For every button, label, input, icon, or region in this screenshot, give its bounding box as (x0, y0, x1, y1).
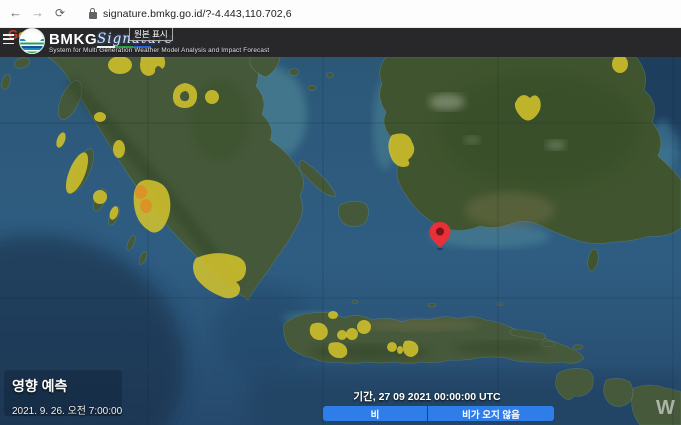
rain-toggle: 비 비가 오지 않음 (323, 406, 554, 421)
app-header: Go BMKG Signature System for Multi Gener… (0, 28, 681, 57)
impact-forecast-datetime: 2021. 9. 26. 오전 7:00:00 (12, 402, 114, 417)
browser-refresh-button[interactable]: ⟳ (55, 6, 65, 20)
impact-area (205, 90, 219, 104)
impact-area (113, 140, 125, 158)
impact-area (94, 112, 106, 122)
brand-title: BMKG (49, 31, 97, 48)
bmkg-logo-icon (19, 28, 45, 54)
browser-toolbar: ← → ⟳ signature.bmkg.go.id/?-4.443,110.7… (0, 0, 681, 28)
address-bar[interactable]: signature.bmkg.go.id/?-4.443,110.702,6 (103, 8, 292, 20)
impact-area (357, 320, 371, 334)
impact-area-severe (135, 185, 147, 199)
header-subtitle: System for Multi Generation Weather Mode… (49, 47, 269, 54)
impact-area-severe (140, 199, 152, 213)
impact-area (397, 346, 403, 354)
translate-show-original-button[interactable]: 원본 표시 (129, 27, 173, 41)
period-label: 기간, 27 09 2021 00:00:00 UTC (180, 389, 674, 404)
impact-area (387, 342, 397, 352)
browser-forward-button[interactable]: → (31, 6, 44, 20)
no-rain-button[interactable]: 비가 오지 않음 (428, 406, 554, 421)
impact-forecast-panel: 영향 예측 2021. 9. 26. 오전 7:00:00 (4, 370, 122, 416)
impact-area (337, 330, 347, 340)
impact-forecast-title: 영향 예측 (12, 376, 114, 396)
impact-area (346, 328, 358, 340)
https-lock-icon (89, 12, 97, 19)
menu-icon[interactable] (3, 34, 14, 46)
rain-button[interactable]: 비 (323, 406, 427, 421)
impact-area (93, 190, 107, 204)
impact-area (328, 311, 338, 319)
browser-back-button[interactable]: ← (9, 6, 22, 20)
